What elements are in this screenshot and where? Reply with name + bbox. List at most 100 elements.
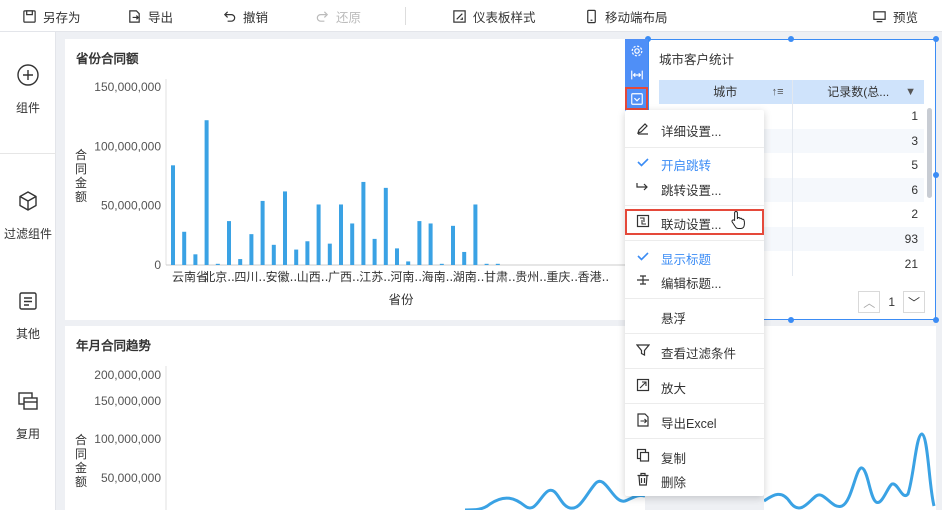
line-series [464,479,645,510]
bar [204,120,209,265]
copy-layers-icon [18,392,38,410]
nav-label-filter-components: 过滤组件 [3,227,52,241]
widget-title: 城市客户统计 [659,53,735,67]
mobile-layout-button[interactable]: 移动端布局 [584,0,668,32]
nav-divider [0,153,56,154]
left-sidebar: 组件 过滤组件 其他 复用 [0,32,56,510]
menu-item-show-title[interactable]: 显示标题 [625,245,764,267]
monitor-icon [873,10,886,22]
column-header-city[interactable]: 城市 ↑≡ [659,80,793,104]
bar [171,165,175,265]
menu-divider [625,333,764,334]
table-cell-count: 6 [792,177,924,202]
nav-item-other[interactable]: 其他 [0,289,56,342]
nav-label-other: 其他 [15,327,40,341]
line-chart-widget[interactable]: 年月合同趋势 200,000,000 150,000,000 100,000,000… [65,326,645,510]
next-page-button[interactable]: ﹀ [903,291,925,313]
x-tick-label: 广西.. [328,270,360,284]
menu-item-delete[interactable]: 删除 [625,468,764,490]
menu-item-edit-title[interactable]: 编辑标题... [625,269,764,291]
line-series [764,432,936,510]
document-icon [19,292,37,310]
menu-item-export-excel[interactable]: 导出Excel [625,409,764,431]
y-axis-title-char: 合 [75,147,87,162]
resize-handle[interactable] [788,36,794,42]
x-tick-label: 四川.. [234,270,266,284]
bar [182,231,187,265]
menu-item-label: 导出Excel [661,417,717,431]
dashboard-style-button[interactable]: 仪表板样式 [452,0,536,32]
menu-item-zoom[interactable]: 放大 [625,374,764,396]
toolbar-divider [405,7,406,25]
bar [406,261,411,265]
resize-handle[interactable] [933,36,939,42]
y-tick-label: 50,000,000 [101,471,161,485]
vertical-scrollbar[interactable] [927,108,932,198]
menu-item-jump-settings[interactable]: 跳转设置... [625,176,764,198]
menu-item-label: 查看过滤条件 [661,347,737,361]
table-cell-count: 1 [792,103,924,129]
line-chart: 200,000,000 150,000,000 100,000,000 50,000,… [75,366,645,510]
redo-button[interactable]: 还原 [315,0,361,32]
line-chart-widget-right [764,326,936,510]
bar [383,187,388,265]
bar [350,223,355,265]
bar [339,204,343,265]
resize-handle[interactable] [933,172,939,178]
bar-chart-widget[interactable]: 省份合同额 150,000,000 100,000,000 50,000,000 0 合… [65,39,645,320]
bar [439,263,444,265]
menu-item-copy[interactable]: 复制 [625,444,764,466]
widget-side-toolbar [625,39,648,113]
prev-page-button[interactable]: ︿ [858,291,881,313]
menu-divider [625,298,764,299]
filter-funnel-icon [636,343,650,357]
bar [215,263,220,265]
menu-item-float[interactable]: 悬浮 [625,304,764,326]
x-tick-label: 河南.. [390,269,422,284]
bar [249,234,254,265]
more-options-button[interactable] [625,87,648,110]
bar [495,263,500,265]
style-icon [453,9,466,23]
y-axis-title-char: 额 [75,475,87,489]
preview-button[interactable]: 预览 [872,0,918,32]
settings-button[interactable] [625,39,648,62]
preview-label: 预览 [893,10,919,25]
y-axis-title-char: 金 [75,460,87,475]
undo-label: 撤销 [243,10,269,25]
resize-handle[interactable] [933,317,939,323]
resize-handle[interactable] [788,317,794,323]
export-button[interactable]: 导出 [127,0,173,32]
bar [395,248,399,265]
y-axis-title-char: 额 [75,190,87,204]
checkmark-icon [636,249,650,263]
expand-icon [636,378,650,392]
menu-item-view-filter[interactable]: 查看过滤条件 [625,339,764,361]
nav-item-filter-components[interactable]: 过滤组件 [0,189,56,242]
column-header-count[interactable]: 记录数(总... ▼ [792,80,924,104]
nav-item-reuse[interactable]: 复用 [0,389,56,442]
x-tick-label: 海南.. [422,269,454,284]
menu-item-detail-settings[interactable]: 详细设置... [625,117,764,139]
menu-item-label: 放大 [661,382,687,396]
hand-pointer-icon [731,210,745,229]
save-as-button[interactable]: 另存为 [22,0,81,32]
sort-icon[interactable]: ↑≡ [772,86,784,98]
menu-item-enable-jump[interactable]: 开启跳转 [625,151,764,173]
export-excel-icon [636,413,650,427]
bar [238,259,243,265]
trash-icon [636,472,650,486]
menu-item-label: 开启跳转 [661,159,712,173]
stretch-button[interactable] [625,63,648,86]
y-tick-label: 150,000,000 [94,80,161,94]
y-axis-title-char: 合 [75,432,87,447]
undo-button[interactable]: 撤销 [222,0,268,32]
menu-divider [625,147,764,148]
nav-item-components[interactable]: 组件 [0,63,56,116]
undo-icon [223,10,236,22]
bar-chart: 150,000,000100,000,00050,000,0000合同金额云南省… [75,79,640,307]
table-cell-count: 93 [792,226,924,251]
bar [417,221,422,265]
menu-divider [625,403,764,404]
dropdown-caret-icon[interactable]: ▼ [905,86,916,98]
